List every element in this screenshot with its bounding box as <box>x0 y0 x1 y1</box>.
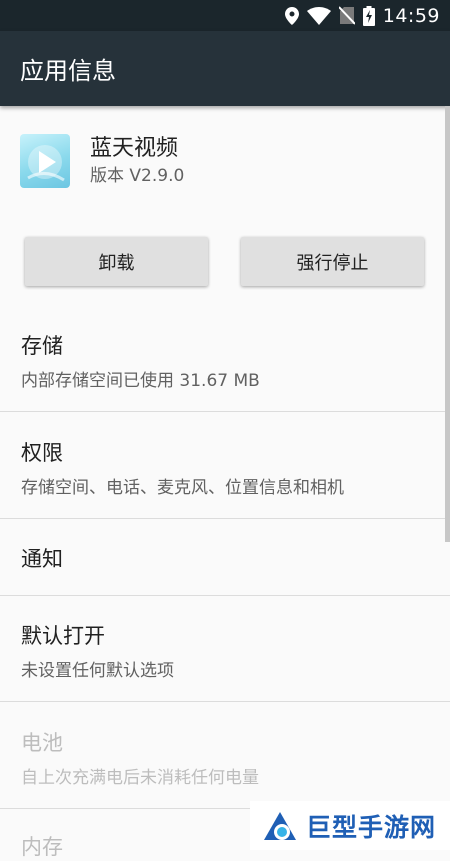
open-by-default-subtitle: 未设置任何默认选项 <box>21 661 174 681</box>
wifi-icon <box>306 6 331 25</box>
permissions-section[interactable]: 权限 存储空间、电话、麦克风、位置信息和相机 <box>0 437 450 498</box>
app-bar: 应用信息 <box>0 31 450 106</box>
no-sim-icon <box>338 6 355 25</box>
app-name: 蓝天视频 <box>90 136 179 161</box>
uninstall-button[interactable]: 卸载 <box>25 237 208 286</box>
divider <box>0 518 450 519</box>
battery-title: 电池 <box>21 731 63 755</box>
permissions-subtitle: 存储空间、电话、麦克风、位置信息和相机 <box>21 478 344 498</box>
notifications-title: 通知 <box>21 547 63 571</box>
status-bar: 14:59 <box>0 0 450 31</box>
open-by-default-section[interactable]: 默认打开 未设置任何默认选项 <box>0 620 450 681</box>
open-by-default-title: 默认打开 <box>21 624 105 648</box>
watermark: 巨型手游网 <box>250 801 450 850</box>
storage-subtitle: 内部存储空间已使用 31.67 MB <box>21 371 260 391</box>
location-icon <box>284 6 299 25</box>
app-header: 蓝天视频 版本 V2.9.0 <box>20 134 184 188</box>
battery-section: 电池 自上次充满电后未消耗任何电量 <box>0 727 450 788</box>
watermark-text: 巨型手游网 <box>306 812 437 842</box>
divider <box>0 595 450 596</box>
divider <box>0 701 450 702</box>
battery-subtitle: 自上次充满电后未消耗任何电量 <box>21 768 259 788</box>
permissions-title: 权限 <box>21 441 63 465</box>
status-time: 14:59 <box>382 4 440 27</box>
app-info: 蓝天视频 版本 V2.9.0 <box>90 134 184 188</box>
storage-section[interactable]: 存储 内部存储空间已使用 31.67 MB <box>0 330 450 391</box>
storage-title: 存储 <box>21 334 63 358</box>
force-stop-button[interactable]: 强行停止 <box>241 237 424 286</box>
battery-charging-icon <box>362 5 375 26</box>
watermark-logo-icon <box>260 806 300 846</box>
scrollbar[interactable] <box>445 106 450 542</box>
app-version: 版本 V2.9.0 <box>90 166 185 186</box>
app-icon <box>20 134 70 188</box>
divider <box>0 411 450 412</box>
page-title: 应用信息 <box>20 57 116 85</box>
notifications-section[interactable]: 通知 <box>0 543 450 573</box>
